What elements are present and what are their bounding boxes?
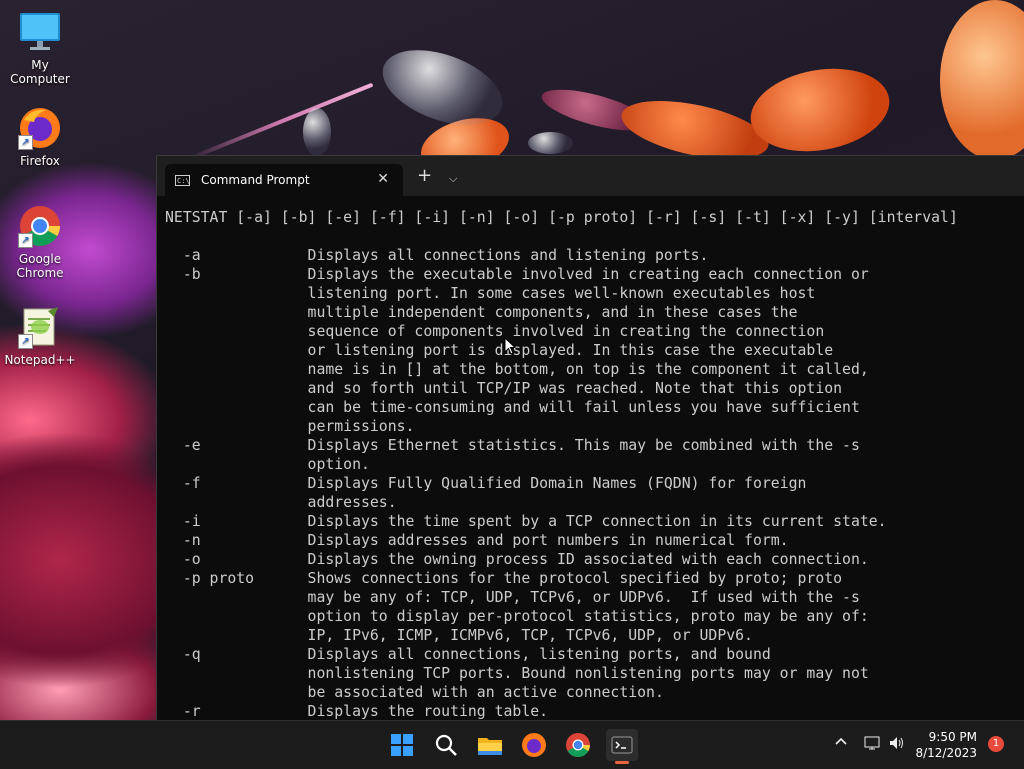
- desktop-icon-notepadpp[interactable]: ↗ Notepad++: [0, 305, 80, 367]
- firefox-icon: ↗: [18, 106, 62, 150]
- console-output[interactable]: NETSTAT [-a] [-b] [-e] [-f] [-i] [-n] [-…: [165, 208, 1021, 721]
- console-line: option to display per-protocol statistic…: [165, 608, 869, 625]
- console-line: -a Displays all connections and listenin…: [165, 247, 709, 264]
- console-line: listening port. In some cases well-known…: [165, 285, 816, 302]
- console-line: permissions.: [165, 418, 415, 435]
- desktop-icon-my-computer[interactable]: My Computer: [0, 10, 80, 86]
- firefox-icon: [522, 733, 546, 757]
- shortcut-arrow-icon: ↗: [18, 135, 33, 150]
- chevron-down-icon[interactable]: ⌵: [449, 172, 457, 186]
- console-line: -p proto Shows connections for the proto…: [165, 570, 843, 587]
- desktop-icon-label: My Computer: [10, 58, 70, 86]
- console-line: name is in [] at the bottom, on top is t…: [165, 361, 869, 378]
- wallpaper-glass-drop: [528, 132, 573, 154]
- close-tab-icon[interactable]: ✕: [377, 171, 389, 187]
- shortcut-arrow-icon: ↗: [18, 233, 33, 248]
- wallpaper-streak: [186, 82, 374, 162]
- wallpaper-glass-drop: [303, 108, 331, 156]
- terminal-window[interactable]: C:\ Command Prompt ✕ + ⌵ NETSTAT [-a] [-…: [156, 155, 1024, 721]
- desktop-icon-label: Notepad++: [4, 353, 76, 367]
- file-explorer-button[interactable]: [474, 729, 506, 761]
- file-explorer-icon: [478, 738, 502, 755]
- chrome-icon: [566, 733, 590, 758]
- console-line: IP, IPv6, ICMP, ICMPv6, TCP, TCPv6, UDP,…: [165, 627, 753, 644]
- monitor-icon: [18, 10, 62, 54]
- console-line: sequence of components involved in creat…: [165, 323, 825, 340]
- console-line: or listening port is displayed. In this …: [165, 342, 834, 359]
- wallpaper-shape: [940, 0, 1024, 160]
- start-button[interactable]: [386, 729, 418, 761]
- console-line: -f Displays Fully Qualified Domain Names…: [165, 475, 807, 492]
- taskbar: 9:50 PM 8/12/2023 1: [0, 720, 1024, 769]
- console-line: can be time-consuming and will fail unle…: [165, 399, 860, 416]
- notification-badge[interactable]: 1: [988, 736, 1004, 752]
- chrome-taskbar-button[interactable]: [562, 729, 594, 761]
- console-line: -q Displays all connections, listening p…: [165, 646, 771, 663]
- tab-title: Command Prompt: [201, 173, 310, 187]
- desktop-icon-label: Firefox: [20, 154, 60, 168]
- search-button[interactable]: [430, 729, 462, 761]
- chrome-icon: ↗: [18, 204, 62, 248]
- terminal-icon: [611, 736, 633, 754]
- terminal-taskbar-button[interactable]: [606, 729, 638, 764]
- console-line: be associated with an active connection.: [165, 684, 664, 701]
- console-line: -r Displays the routing table.: [165, 703, 549, 720]
- console-line: and so forth until TCP/IP was reached. N…: [165, 380, 843, 397]
- cmd-icon: C:\: [175, 175, 190, 186]
- network-icon[interactable]: [864, 735, 882, 755]
- clock-date: 8/12/2023: [915, 746, 977, 760]
- console-line: -e Displays Ethernet statistics. This ma…: [165, 437, 860, 454]
- console-line: nonlistening TCP ports. Bound nonlisteni…: [165, 665, 869, 682]
- console-line: addresses.: [165, 494, 397, 511]
- console-line: -i Displays the time spent by a TCP conn…: [165, 513, 887, 530]
- new-tab-button[interactable]: +: [417, 167, 432, 185]
- console-line: multiple independent components, and in …: [165, 304, 798, 321]
- console-line: may be any of: TCP, UDP, TCPv6, or UDPv6…: [165, 589, 860, 606]
- console-line: -o Displays the owning process ID associ…: [165, 551, 869, 568]
- mouse-cursor-icon: [504, 337, 516, 355]
- terminal-titlebar[interactable]: C:\ Command Prompt ✕ + ⌵: [157, 156, 1024, 196]
- start-icon: [391, 734, 413, 756]
- console-line: -b Displays the executable involved in c…: [165, 266, 869, 283]
- clock-time: 9:50 PM: [928, 730, 977, 744]
- desktop-icon-label: Google Chrome: [16, 252, 64, 280]
- desktop-icon-firefox[interactable]: ↗ Firefox: [0, 106, 80, 168]
- notepadpp-icon: ↗: [18, 305, 62, 349]
- firefox-taskbar-button[interactable]: [518, 729, 550, 761]
- show-hidden-icons-chevron-icon[interactable]: [834, 735, 848, 753]
- shortcut-arrow-icon: ↗: [18, 334, 33, 349]
- volume-icon[interactable]: [888, 735, 906, 755]
- desktop-icon-google-chrome[interactable]: ↗ Google Chrome: [0, 204, 80, 280]
- system-clock[interactable]: 9:50 PM 8/12/2023: [915, 729, 977, 761]
- search-icon: [435, 734, 457, 756]
- console-line: NETSTAT [-a] [-b] [-e] [-f] [-i] [-n] [-…: [165, 209, 958, 226]
- tab-command-prompt[interactable]: C:\ Command Prompt ✕: [165, 164, 403, 196]
- console-line: -n Displays addresses and port numbers i…: [165, 532, 789, 549]
- console-line: option.: [165, 456, 370, 473]
